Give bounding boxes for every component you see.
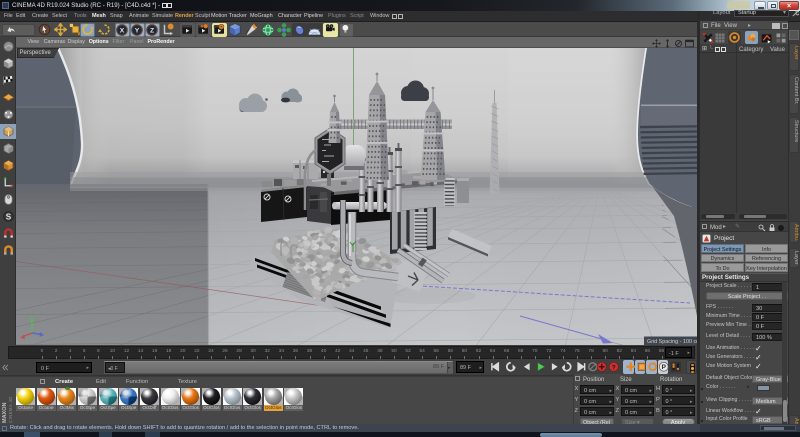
svg-text:S: S xyxy=(5,212,11,221)
svg-text:Y: Y xyxy=(135,27,140,34)
svg-text:P: P xyxy=(661,364,666,371)
svg-text:X: X xyxy=(120,27,125,34)
svg-text:?: ? xyxy=(612,364,616,371)
svg-text:Z: Z xyxy=(150,27,154,34)
